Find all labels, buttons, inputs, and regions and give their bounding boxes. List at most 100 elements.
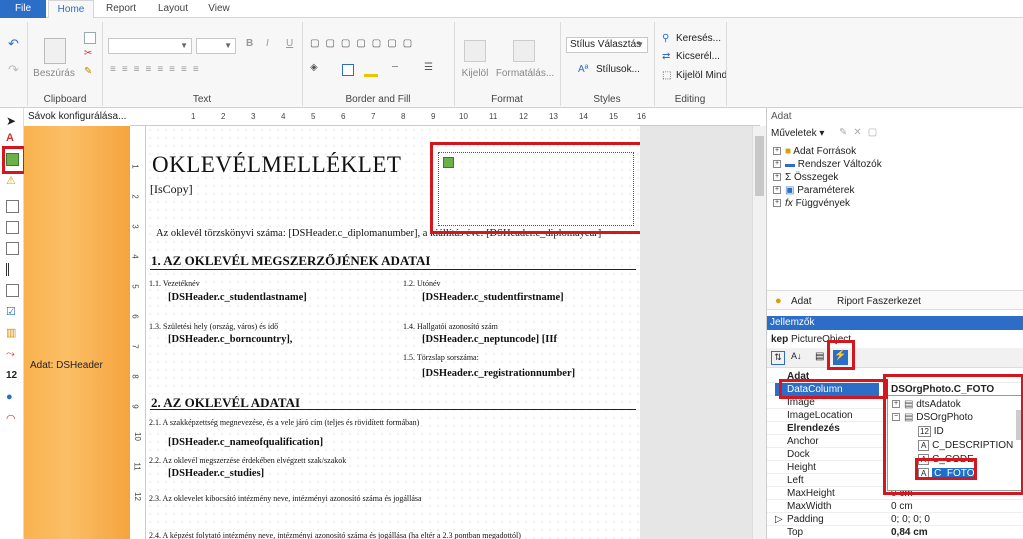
tab-report-tree[interactable]: Riport Faszerkezet: [837, 296, 921, 307]
data-band[interactable]: Adat: DSHeader: [24, 126, 130, 539]
find-icon: ⚲: [662, 33, 670, 44]
select-button[interactable]: Kijelöl: [456, 68, 494, 79]
checkmark-icon[interactable]: ☑: [6, 305, 19, 318]
format-brush-icon[interactable]: ✎: [84, 66, 92, 77]
border-fill-group-label: Border and Fill: [345, 94, 411, 105]
tree-item-datasources[interactable]: + ■ Adat Források: [773, 146, 856, 157]
alphabetical-icon[interactable]: A↓: [791, 351, 802, 361]
tree-item-params[interactable]: + ▣ Paraméterek: [773, 185, 854, 196]
section2-rule: [150, 409, 636, 410]
field-1-2-label: 1.2. Utónév: [403, 279, 441, 288]
paste-button[interactable]: Beszúrás: [30, 68, 78, 79]
properties-icon[interactable]: ▤: [815, 351, 824, 362]
chart-icon[interactable]: ▥: [6, 326, 19, 339]
data-tab-icon: ●: [775, 295, 782, 307]
band-config-header[interactable]: Sávok konfigurálása...: [24, 108, 130, 126]
bold-icon[interactable]: B: [246, 38, 253, 49]
tab-layout[interactable]: Layout: [150, 0, 196, 18]
text-object-icon[interactable]: A: [6, 132, 19, 145]
section1-heading[interactable]: 1. AZ OKLEVÉL MEGSZERZŐJÉNEK ADATAI: [151, 253, 430, 269]
cut-icon[interactable]: ✂: [84, 48, 92, 59]
editing-group-label: Editing: [674, 94, 706, 105]
table-icon[interactable]: [6, 242, 19, 255]
field-2-1-value[interactable]: [DSHeader.c_nameofqualification]: [168, 437, 323, 448]
field-2-1-label: 2.1. A szakképzettség megnevezése, és a …: [149, 418, 420, 427]
band-icon[interactable]: ⚠: [6, 174, 19, 187]
find-button[interactable]: Keresés...: [676, 33, 721, 44]
sparkline-icon[interactable]: ⤳: [6, 348, 19, 361]
italic-icon[interactable]: I: [266, 38, 269, 49]
font-family-combo[interactable]: ▼: [108, 38, 192, 54]
field-1-3-value[interactable]: [DSHeader.c_borncountry],: [168, 334, 292, 345]
tree-item-totals[interactable]: + Σ Összegek: [773, 172, 838, 183]
format-group-label: Format: [491, 94, 523, 105]
replace-icon: ⇄: [662, 51, 671, 62]
canvas-background: [640, 126, 752, 539]
line-style-icon[interactable]: ┄: [392, 62, 398, 73]
styles-group-label: Styles: [593, 94, 621, 105]
tab-view[interactable]: View: [196, 0, 242, 18]
container-icon[interactable]: [6, 221, 19, 234]
border-color-icon[interactable]: [342, 64, 354, 76]
field-2-3-label: 2.3. Az oklevelet kibocsátó intézmény ne…: [149, 494, 422, 503]
actions-menu[interactable]: Műveletek ▾: [771, 128, 824, 139]
tree-item-sysvars[interactable]: + ▬ Rendszer Változók: [773, 159, 882, 170]
checkbox-object-icon[interactable]: [6, 284, 19, 297]
field-1-2-value[interactable]: [DSHeader.c_studentfirstname]: [422, 292, 564, 303]
copy-icon[interactable]: [84, 32, 96, 44]
prop-padding[interactable]: ▷ Padding 0; 0; 0; 0: [767, 513, 1023, 526]
data-panel-toolbar-icons[interactable]: ✎✕▢: [839, 127, 883, 138]
subreport-icon[interactable]: [6, 200, 19, 213]
prop-top[interactable]: Top 0,84 cm: [767, 526, 1023, 539]
right-panel: Adat Műveletek ▾ ✎✕▢ + ■ Adat Források + ▬…: [766, 108, 1023, 539]
prop-maxwidth[interactable]: MaxWidth 0 cm: [767, 500, 1023, 513]
ribbon: ↶ ↷ Beszúrás ✂ ✎ Clipboard ▼ ▼ B I U ≡≡≡…: [0, 18, 1023, 108]
undo-icon[interactable]: ↶: [8, 36, 19, 52]
field-2-4-label: 2.4. A képzést folytató intézmény neve, …: [149, 531, 521, 539]
tab-home[interactable]: Home: [48, 0, 94, 18]
select-icon[interactable]: [464, 40, 486, 62]
tab-report[interactable]: Report: [98, 0, 144, 18]
tree-item-functions[interactable]: + fx Függvények: [773, 198, 850, 209]
replace-button[interactable]: Kicserél...: [676, 51, 720, 62]
vertical-scrollbar[interactable]: [752, 126, 766, 539]
format-button[interactable]: Formatálás...: [494, 68, 556, 79]
alignment-icons[interactable]: ≡≡≡≡≡≡≡≡: [110, 64, 205, 75]
fill-color-icon[interactable]: ◈: [310, 62, 318, 73]
number-object-icon[interactable]: 12: [6, 370, 19, 383]
format-painter-icon[interactable]: [513, 40, 535, 62]
globe-icon[interactable]: ●: [6, 391, 19, 404]
line-width-icon[interactable]: ☰: [424, 62, 433, 73]
tab-file[interactable]: File: [0, 0, 46, 18]
field-1-4-value[interactable]: [DSHeader.c_neptuncode] [IIf: [422, 334, 557, 345]
pointer-icon[interactable]: ➤: [6, 114, 19, 128]
field-2-2-value[interactable]: [DSHeader.c_studies]: [168, 468, 264, 479]
field-1-5-value[interactable]: [DSHeader.c_registrationnumber]: [422, 368, 575, 379]
select-all-icon: ⬚: [662, 70, 672, 81]
styles-button[interactable]: Stílusok...: [596, 64, 640, 75]
field-1-1-value[interactable]: [DSHeader.c_studentlastname]: [168, 292, 307, 303]
select-all-button[interactable]: Kijelöl Mind: [676, 70, 727, 81]
barcode-icon[interactable]: [6, 263, 19, 276]
ribbon-tab-bar: File Home Report Layout View: [0, 0, 1023, 18]
categorized-icon[interactable]: ⇅: [771, 351, 785, 365]
scrollbar-thumb[interactable]: [755, 136, 764, 196]
style-combo[interactable]: Stílus Választás ▼: [566, 37, 648, 53]
picture-tool-highlight: [2, 146, 26, 174]
report-title[interactable]: OKLEVÉLMELLÉKLET: [152, 152, 401, 178]
panel-tabs: ● Adat Riport Faszerkezet: [767, 290, 1023, 310]
field-2-2-label: 2.2. Az oklevél megszerzése érdekében el…: [149, 456, 347, 465]
datacolumn-label-highlight: [779, 379, 888, 399]
tab-data[interactable]: Adat: [791, 296, 812, 307]
band-label: Adat: DSHeader: [30, 360, 103, 371]
clipboard-group-label: Clipboard: [43, 94, 87, 105]
highlight-color-icon[interactable]: [364, 74, 378, 77]
redo-icon[interactable]: ↷: [8, 62, 19, 78]
text-group-label: Text: [192, 94, 212, 105]
gauge-icon[interactable]: ◠: [6, 412, 19, 425]
border-icons[interactable]: ▢▢▢▢▢▢▢: [310, 38, 418, 49]
font-size-combo[interactable]: ▼: [196, 38, 236, 54]
iscopy-field[interactable]: [IsCopy]: [150, 182, 193, 197]
underline-icon[interactable]: U: [286, 38, 293, 49]
paste-icon[interactable]: [44, 38, 66, 64]
